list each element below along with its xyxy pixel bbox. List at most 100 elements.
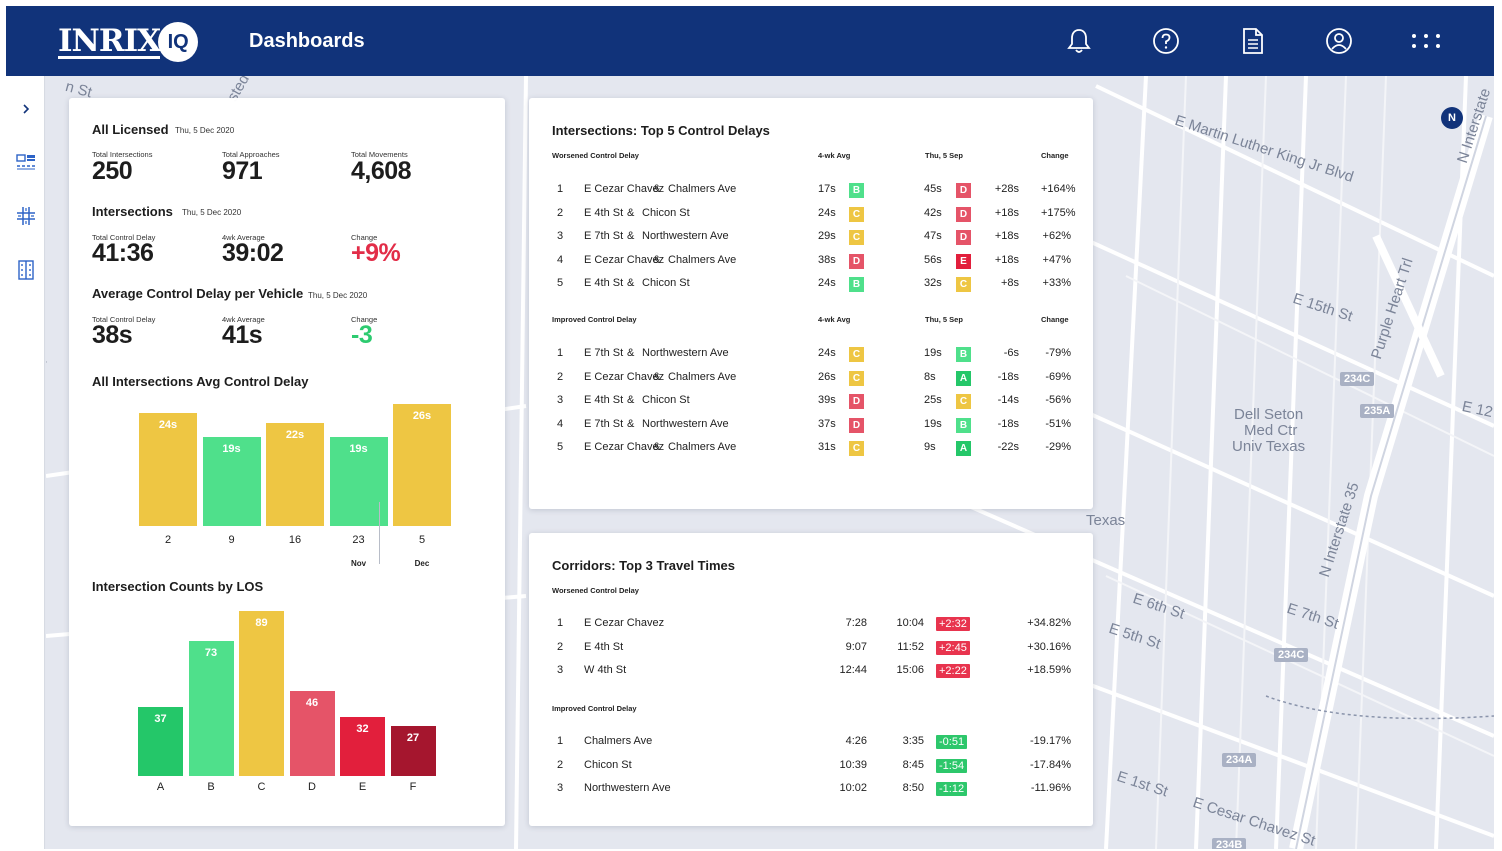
account-icon[interactable] xyxy=(1324,26,1354,56)
chart-bar[interactable]: 19s xyxy=(202,437,261,526)
los-badge: C xyxy=(956,394,971,409)
dashboard-icon[interactable] xyxy=(12,150,39,174)
intersection-icon[interactable] xyxy=(12,204,39,228)
inrix-iq-logo[interactable]: INRIX IQ xyxy=(58,22,199,62)
street-name: Northwestern Ave xyxy=(642,347,729,359)
stat-value: 250 xyxy=(92,157,133,185)
table-row[interactable]: 5E Cezar Chavez & Chalmers Ave 31s 9s -22s -29… xyxy=(529,441,1089,461)
document-icon[interactable] xyxy=(1238,26,1268,56)
table-row[interactable]: 4E Cezar Chavez & Chalmers Ave 38s 56s +18s +4… xyxy=(529,253,1089,274)
month-divider xyxy=(379,502,380,564)
table-row[interactable]: 2 E 4th St 9:07 11:52 +2:45 +30.16% xyxy=(529,640,1089,661)
apps-grid-icon[interactable] xyxy=(1411,26,1441,56)
summary-card: All Licensed Thu, 5 Dec 2020 Total Inter… xyxy=(69,98,505,826)
table-row[interactable]: 5 E 4th St & Chicon St 24s 32s +8s +33% B C xyxy=(529,277,1089,297)
travel-time-pct: +30.16% xyxy=(1027,640,1071,653)
row-rank: 1 xyxy=(557,183,564,195)
x-tick-label: 16 xyxy=(288,534,302,546)
worsened-delay-list: 1E Cezar Chavez & Chalmers Ave 17s 45s +28s +1… xyxy=(529,183,1093,303)
delay-delta: -6s xyxy=(1003,347,1019,359)
los-badge: D xyxy=(849,394,864,409)
x-tick-label: 5 xyxy=(418,534,426,546)
licensed-date: Thu, 5 Dec 2020 xyxy=(175,126,235,135)
los-badge: B xyxy=(849,277,864,292)
delay-pct: +164% xyxy=(1041,183,1076,195)
delays-title: Intersections: Top 5 Control Delays xyxy=(552,123,770,138)
help-icon[interactable] xyxy=(1151,26,1181,56)
table-row[interactable]: 2 Chicon St 10:39 8:45 -1:54 -17.84% xyxy=(529,758,1089,779)
los-badge: D xyxy=(849,253,864,269)
los-badge: A xyxy=(956,370,971,386)
street-separator: & xyxy=(627,347,635,359)
los-badge: C xyxy=(849,370,864,386)
avg-delay-date: Thu, 5 Dec 2020 xyxy=(308,291,368,300)
delay-delta: +18s xyxy=(994,206,1019,219)
los-badge: D xyxy=(956,183,971,198)
chart-bar[interactable]: 89 xyxy=(239,611,284,776)
col-avg-header: 4-wk Avg xyxy=(818,151,851,160)
highway-shield: 234B xyxy=(1212,838,1247,849)
table-row[interactable]: 4 E 7th St & Northwestern Ave 37s 19s -18s -51%… xyxy=(529,417,1089,438)
table-row[interactable]: 2 E 4th St & Chicon St 24s 42s +18s +175% C D xyxy=(529,206,1089,227)
bell-icon[interactable] xyxy=(1064,26,1094,56)
los-badge: C xyxy=(849,206,864,222)
x-tick-label: 23 xyxy=(352,534,365,546)
delay-pct: +62% xyxy=(1042,230,1071,242)
improved-corridor-list: 1 Chalmers Ave 4:26 3:35 -0:51 -19.17% 2 Chicon… xyxy=(529,735,1093,807)
travel-time-pct: -17.84% xyxy=(1030,758,1071,771)
day-delay: 32s xyxy=(924,277,942,289)
chevron-right-icon[interactable] xyxy=(12,97,39,121)
control-delays-card: Intersections: Top 5 Control Delays Wors… xyxy=(529,98,1093,509)
day-delay: 8s xyxy=(924,370,936,383)
table-row[interactable]: 1 Chalmers Ave 4:26 3:35 -0:51 -19.17% xyxy=(529,735,1089,755)
los-badge: D xyxy=(849,417,864,433)
corridor-icon[interactable] xyxy=(12,258,39,282)
col-change-header: Change xyxy=(1041,315,1069,324)
chart-bar[interactable]: 26s xyxy=(393,404,451,526)
day-delay: 42s xyxy=(924,206,942,219)
chart-bar[interactable]: 24s xyxy=(139,413,197,526)
x-tick-label: 9 xyxy=(228,534,235,546)
corridor-name: Chicon St xyxy=(584,758,632,771)
table-row[interactable]: 3 E 7th St & Northwestern Ave 29s 47s +18s +62%… xyxy=(529,230,1089,250)
x-group-label: Nov xyxy=(350,559,367,568)
stat-value: 4,608 xyxy=(351,157,412,185)
travel-time-delta: -1:12 xyxy=(936,782,968,796)
chart-bar[interactable]: 46 xyxy=(289,691,335,776)
north-compass-icon[interactable]: N xyxy=(1441,107,1463,129)
x-tick-label: A xyxy=(156,781,165,793)
table-row[interactable]: 3 Northwestern Ave 10:02 8:50 -1:12 -11.96% xyxy=(529,782,1089,802)
delay-pct: -69% xyxy=(1045,370,1071,383)
chart-bar[interactable]: 27 xyxy=(390,726,436,776)
los-badge: C xyxy=(849,347,864,362)
row-rank: 3 xyxy=(557,782,564,794)
table-row[interactable]: 2E Cezar Chavez & Chalmers Ave 26s 8s -18s -69… xyxy=(529,370,1089,391)
table-row[interactable]: 3 E 4th St & Chicon St 39s 25s -14s -56% D C xyxy=(529,394,1089,414)
stat-value: +9% xyxy=(351,239,401,267)
table-row[interactable]: 1 E Cezar Chavez 7:28 10:04 +2:32 +34.82% xyxy=(529,617,1089,637)
delay-delta: +28s xyxy=(994,183,1019,195)
avg-travel-time: 9:07 xyxy=(845,640,867,653)
col-day-header: Thu, 5 Sep xyxy=(925,151,963,160)
row-rank: 1 xyxy=(557,617,564,629)
table-row[interactable]: 1E Cezar Chavez & Chalmers Ave 17s 45s +28s +1… xyxy=(529,183,1089,203)
chart-bar[interactable]: 22s xyxy=(266,423,324,526)
x-tick-label: C xyxy=(257,781,266,793)
table-row[interactable]: 3 W 4th St 12:44 15:06 +2:22 +18.59% xyxy=(529,664,1089,684)
delay-delta: -22s xyxy=(997,441,1019,453)
chart-bar[interactable]: 73 xyxy=(188,641,234,776)
day-delay: 47s xyxy=(924,230,942,242)
chart-bar[interactable]: 32 xyxy=(340,717,385,776)
avg-delay: 17s xyxy=(818,183,836,195)
corridors-card: Corridors: Top 3 Travel Times Worsened C… xyxy=(529,533,1093,826)
corridor-name: E Cezar Chavez xyxy=(584,617,665,629)
street-separator: & xyxy=(653,253,661,266)
avg-delay-title: Average Control Delay per Vehicle xyxy=(92,286,304,301)
chart-bar[interactable]: 37 xyxy=(138,707,183,776)
los-badge: D xyxy=(956,206,971,222)
street-name: Chicon St xyxy=(642,206,690,219)
los-count-chart: 37 A 73 B 89 C 46 D 32 E 27 F xyxy=(69,598,505,808)
street-name: E 4th St xyxy=(584,394,624,406)
table-row[interactable]: 1 E 7th St & Northwestern Ave 24s 19s -6s -79% C… xyxy=(529,347,1089,367)
row-rank: 3 xyxy=(557,664,564,676)
